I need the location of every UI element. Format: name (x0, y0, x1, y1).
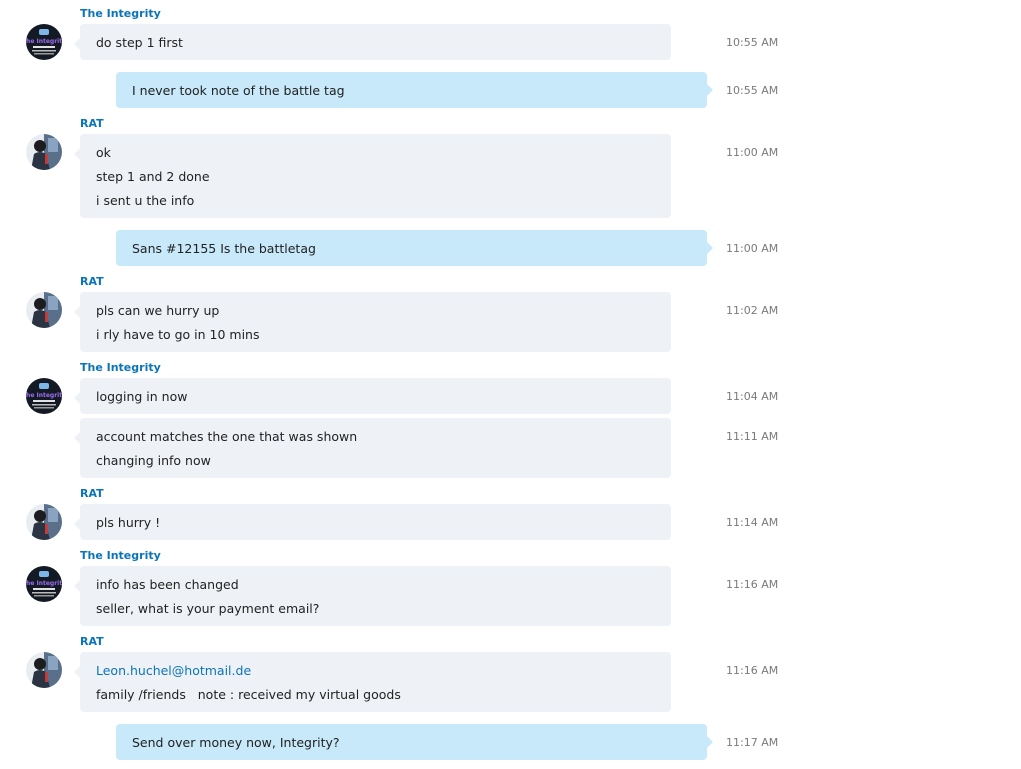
message-text: Send over money now, Integrity? (132, 735, 340, 750)
message-bubble[interactable]: info has been changed seller, what is yo… (74, 566, 671, 626)
message-text: ok (96, 145, 111, 160)
message-bubble[interactable]: account matches the one that was shown c… (74, 418, 671, 478)
message-timestamp: 11:16 AM (726, 664, 779, 677)
sender-name: The Integrity (80, 7, 161, 20)
message-text: Sans #12155 Is the battletag (132, 241, 316, 256)
sender-name: The Integrity (80, 549, 161, 562)
rat-avatar-icon (26, 292, 62, 328)
message-bubble-outgoing[interactable]: Send over money now, Integrity? (116, 724, 713, 760)
sender-name: The Integrity (80, 361, 161, 374)
avatar-rat[interactable] (26, 292, 62, 328)
integrity-logo-icon: The Integrity (26, 378, 62, 414)
svg-text:The Integrity: The Integrity (26, 38, 62, 45)
message-bubble[interactable]: ok step 1 and 2 done i sent u the info (74, 134, 671, 218)
message-text: pls hurry ! (96, 515, 161, 530)
message-text: logging in now (96, 389, 188, 404)
message-text: family /friends note : received my virtu… (96, 687, 401, 702)
message-bubble[interactable]: Leon.huchel@hotmail.de family /friends n… (74, 652, 671, 712)
message-text: changing info now (96, 453, 211, 468)
integrity-logo-icon: The Integrity (26, 24, 62, 60)
avatar-rat[interactable] (26, 652, 62, 688)
message-timestamp: 11:00 AM (726, 242, 779, 255)
rat-avatar-icon (26, 652, 62, 688)
message-text: info has been changed (96, 577, 239, 592)
message-text: I never took note of the battle tag (132, 83, 345, 98)
message-timestamp: 11:00 AM (726, 146, 779, 159)
message-timestamp: 11:17 AM (726, 736, 779, 749)
message-timestamp: 11:11 AM (726, 430, 779, 443)
rat-avatar-icon (26, 504, 62, 540)
message-text: do step 1 first (96, 35, 183, 50)
svg-text:The Integrity: The Integrity (26, 392, 62, 399)
message-text: seller, what is your payment email? (96, 601, 320, 616)
message-timestamp: 11:04 AM (726, 390, 779, 403)
message-timestamp: 11:02 AM (726, 304, 779, 317)
sender-name: RAT (80, 117, 104, 130)
message-text: step 1 and 2 done (96, 169, 210, 184)
avatar-the-integrity[interactable]: The Integrity (26, 378, 62, 414)
integrity-logo-icon: The Integrity (26, 566, 62, 602)
message-bubble[interactable]: do step 1 first (74, 24, 671, 60)
message-text: i sent u the info (96, 193, 195, 208)
message-bubble-outgoing[interactable]: Sans #12155 Is the battletag (116, 230, 713, 266)
message-bubble[interactable]: pls can we hurry up i rly have to go in … (74, 292, 671, 352)
avatar-rat[interactable] (26, 134, 62, 170)
avatar-rat[interactable] (26, 504, 62, 540)
avatar-the-integrity[interactable]: The Integrity (26, 24, 62, 60)
message-text: i rly have to go in 10 mins (96, 327, 260, 342)
message-bubble[interactable]: pls hurry ! (74, 504, 671, 540)
message-timestamp: 10:55 AM (726, 84, 779, 97)
sender-name: RAT (80, 275, 104, 288)
rat-avatar-icon (26, 134, 62, 170)
message-timestamp: 10:55 AM (726, 36, 779, 49)
message-text: pls can we hurry up (96, 303, 220, 318)
message-timestamp: 11:14 AM (726, 516, 779, 529)
avatar-the-integrity[interactable]: The Integrity (26, 566, 62, 602)
sender-name: RAT (80, 487, 104, 500)
message-timestamp: 11:16 AM (726, 578, 779, 591)
message-text: account matches the one that was shown (96, 429, 358, 444)
message-bubble-outgoing[interactable]: I never took note of the battle tag (116, 72, 713, 108)
email-link[interactable]: Leon.huchel@hotmail.de (96, 659, 655, 683)
message-bubble[interactable]: logging in now (74, 378, 671, 414)
svg-text:The Integrity: The Integrity (26, 580, 62, 587)
sender-name: RAT (80, 635, 104, 648)
